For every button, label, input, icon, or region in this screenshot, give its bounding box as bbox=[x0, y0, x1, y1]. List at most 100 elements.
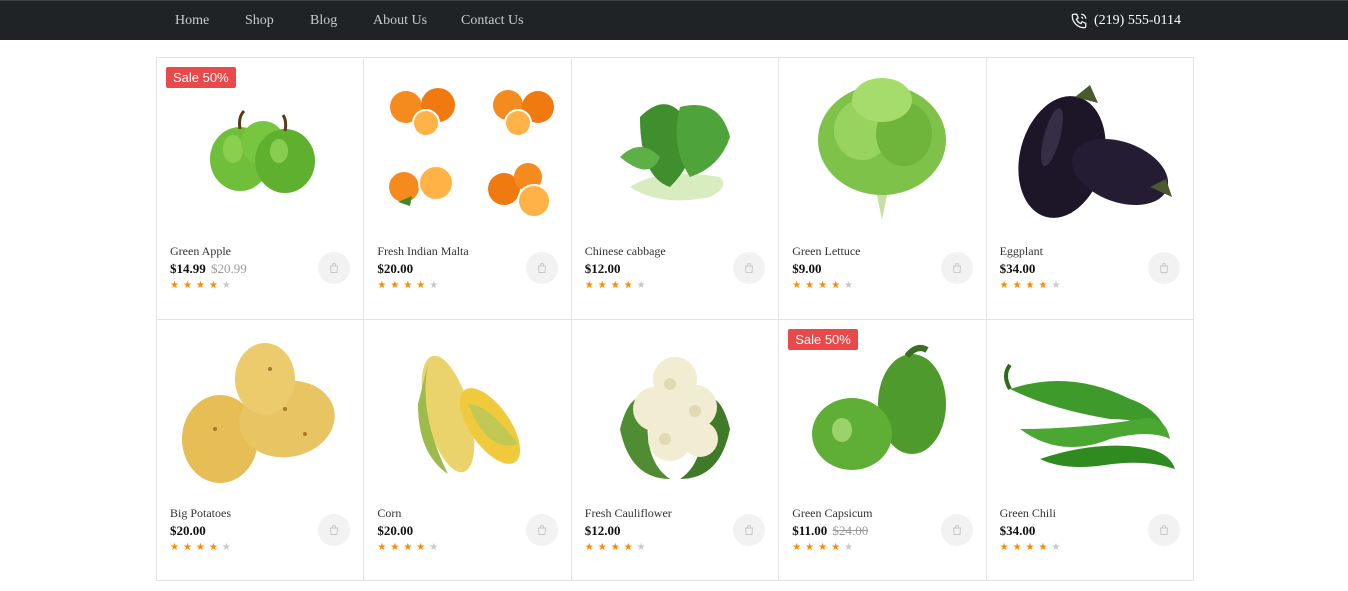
star-icon: ★ bbox=[792, 541, 806, 553]
shopping-bag-icon bbox=[1159, 263, 1169, 273]
product-name[interactable]: Fresh Cauliflower bbox=[585, 506, 672, 521]
product-image[interactable] bbox=[580, 328, 770, 500]
star-icon: ★ bbox=[195, 280, 209, 291]
shopping-bag-icon bbox=[952, 524, 961, 535]
product-image[interactable] bbox=[995, 66, 1185, 238]
product-name[interactable]: Fresh Indian Malta bbox=[377, 244, 468, 259]
star-icon: ★ bbox=[403, 541, 417, 553]
star-icon: ★ bbox=[208, 280, 222, 291]
star-icon: ★ bbox=[377, 541, 391, 553]
sale-badge: Sale 50% bbox=[166, 67, 236, 88]
rating-stars: ★★★★★ bbox=[377, 280, 442, 291]
nav-about-us[interactable]: About Us bbox=[373, 13, 461, 29]
rating-stars: ★★★★★ bbox=[1000, 542, 1065, 553]
rating-stars: ★★★★★ bbox=[170, 542, 235, 553]
add-to-cart-button[interactable] bbox=[525, 513, 558, 546]
product-price: $20.00 bbox=[377, 522, 414, 538]
star-icon: ★ bbox=[170, 541, 183, 553]
product-grid: Sale 50% Green Apple $14.99 $20.99 ★★★★★ Fr… bbox=[156, 57, 1194, 581]
add-to-cart-button[interactable] bbox=[1147, 252, 1180, 284]
product-name[interactable]: Big Potatoes bbox=[170, 506, 231, 521]
product-image[interactable] bbox=[995, 328, 1185, 500]
product-image[interactable] bbox=[372, 328, 562, 500]
product-image[interactable] bbox=[580, 66, 770, 238]
product-price: $20.00 bbox=[170, 522, 206, 538]
product-image[interactable] bbox=[787, 66, 977, 238]
star-icon: ★ bbox=[182, 541, 196, 553]
product-price-group: $12.00 bbox=[585, 523, 621, 539]
add-to-cart-button[interactable] bbox=[525, 252, 558, 284]
star-icon: ★ bbox=[429, 280, 443, 291]
star-icon: ★ bbox=[429, 541, 443, 553]
star-icon: ★ bbox=[1012, 541, 1026, 553]
product-card[interactable]: Green Lettuce $9.00 ★★★★★ bbox=[779, 58, 987, 320]
product-card[interactable]: Sale 50% Green Apple $14.99 $20.99 ★★★★★ bbox=[157, 58, 365, 320]
product-card[interactable]: Fresh Indian Malta $20.00 ★★★★★ bbox=[364, 58, 572, 320]
phone-contact[interactable]: (219) 555-0114 bbox=[1070, 1, 1181, 41]
star-icon: ★ bbox=[1038, 280, 1052, 291]
nav-shop[interactable]: Shop bbox=[245, 13, 310, 29]
star-icon: ★ bbox=[584, 541, 598, 553]
product-card[interactable]: Green Chili $34.00 ★★★★★ bbox=[986, 319, 1194, 581]
product-price: $34.00 bbox=[999, 261, 1036, 276]
nav-contact-us[interactable]: Contact Us bbox=[461, 13, 551, 29]
product-price: $14.99 bbox=[170, 261, 206, 276]
star-icon: ★ bbox=[416, 280, 430, 291]
product-card[interactable]: Corn $20.00 ★★★★★ bbox=[364, 319, 572, 581]
product-image[interactable] bbox=[372, 66, 562, 238]
add-to-cart-button[interactable] bbox=[1147, 513, 1180, 546]
shopping-bag-icon bbox=[537, 524, 546, 535]
product-name[interactable]: Corn bbox=[377, 506, 401, 521]
add-to-cart-button[interactable] bbox=[940, 513, 973, 546]
nav-home[interactable]: Home bbox=[175, 13, 245, 29]
product-name[interactable]: Eggplant bbox=[1000, 244, 1043, 259]
star-icon: ★ bbox=[1051, 280, 1065, 291]
star-icon: ★ bbox=[831, 541, 845, 553]
star-icon: ★ bbox=[805, 541, 819, 553]
star-icon: ★ bbox=[416, 541, 430, 553]
star-icon: ★ bbox=[597, 541, 611, 553]
star-icon: ★ bbox=[182, 280, 196, 291]
product-name[interactable]: Green Lettuce bbox=[792, 244, 860, 259]
product-image[interactable] bbox=[165, 66, 355, 238]
add-to-cart-button[interactable] bbox=[318, 252, 351, 284]
product-name[interactable]: Green Capsicum bbox=[792, 506, 872, 521]
star-icon: ★ bbox=[792, 280, 806, 291]
add-to-cart-button[interactable] bbox=[733, 252, 766, 284]
product-price-group: $12.00 bbox=[585, 261, 621, 277]
star-icon: ★ bbox=[597, 280, 611, 291]
star-icon: ★ bbox=[636, 541, 650, 553]
nav-blog[interactable]: Blog bbox=[310, 13, 373, 29]
rating-stars: ★★★★★ bbox=[792, 280, 857, 291]
product-card[interactable]: Big Potatoes $20.00 ★★★★★ bbox=[157, 319, 365, 581]
star-icon: ★ bbox=[390, 541, 404, 553]
rating-stars: ★★★★★ bbox=[792, 542, 857, 553]
star-icon: ★ bbox=[1025, 541, 1039, 553]
product-price-group: $9.00 bbox=[792, 261, 821, 277]
product-name[interactable]: Green Apple bbox=[170, 244, 231, 259]
product-price: $12.00 bbox=[584, 261, 621, 276]
product-card[interactable]: Sale 50% Green Capsicum $11.00 $24.00 ★★★★★ bbox=[779, 319, 987, 581]
star-icon: ★ bbox=[208, 541, 222, 553]
product-old-price: $24.00 bbox=[832, 522, 869, 538]
phone-icon bbox=[1071, 13, 1087, 29]
add-to-cart-button[interactable] bbox=[733, 513, 766, 546]
star-icon: ★ bbox=[1051, 541, 1065, 553]
product-old-price: $20.99 bbox=[211, 261, 247, 276]
product-image[interactable] bbox=[165, 328, 355, 500]
add-to-cart-button[interactable] bbox=[318, 513, 351, 546]
add-to-cart-button[interactable] bbox=[940, 252, 973, 284]
product-price-group: $34.00 bbox=[1000, 523, 1036, 539]
product-image[interactable] bbox=[787, 328, 977, 500]
rating-stars: ★★★★★ bbox=[377, 542, 442, 553]
product-price-group: $11.00 $24.00 bbox=[792, 523, 868, 539]
product-name[interactable]: Green Chili bbox=[1000, 506, 1056, 521]
product-card[interactable]: Eggplant $34.00 ★★★★★ bbox=[986, 58, 1194, 320]
product-card[interactable]: Fresh Cauliflower $12.00 ★★★★★ bbox=[571, 319, 780, 581]
star-icon: ★ bbox=[377, 280, 391, 291]
star-icon: ★ bbox=[1038, 541, 1052, 553]
star-icon: ★ bbox=[818, 541, 832, 553]
product-card[interactable]: Chinese cabbage $12.00 ★★★★★ bbox=[571, 58, 780, 320]
product-name[interactable]: Chinese cabbage bbox=[585, 244, 666, 259]
star-icon: ★ bbox=[999, 541, 1013, 553]
